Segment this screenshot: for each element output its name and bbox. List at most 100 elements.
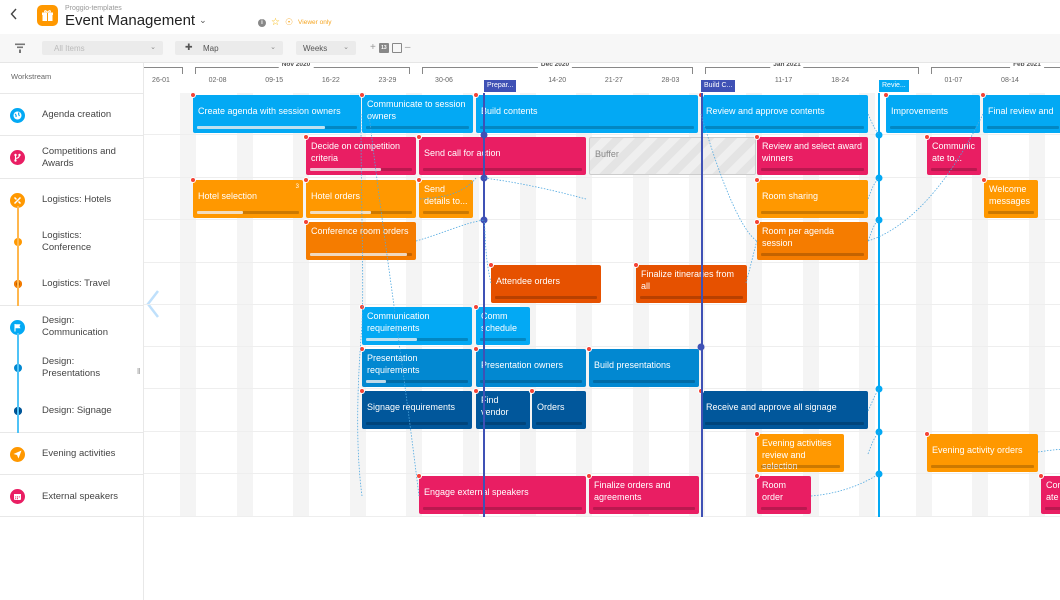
task-start-marker [190,177,196,183]
task-label: Conference room orders [311,226,409,236]
items-filter-value: All Items [54,43,85,53]
task-bar[interactable]: Build contents [476,95,698,133]
task-bar[interactable]: Build presentations [589,349,699,387]
task-start-marker [359,346,365,352]
star-icon[interactable]: ☆ [271,17,280,27]
task-start-marker [586,473,592,479]
zoom-out-button[interactable]: – [405,42,411,53]
project-title-dropdown[interactable]: Event Management ⌄ [65,12,207,29]
calendar-fit-icon[interactable] [391,42,402,53]
task-bar[interactable]: Review and approve contents [701,95,868,133]
task-bar[interactable]: Comm ate [1041,476,1060,514]
workstream-row[interactable]: Design: Communication [0,305,144,347]
filter-icon[interactable] [15,43,25,53]
workstream-row[interactable]: Logistics: Conference [0,220,144,263]
milestone-line [878,93,880,517]
task-bar[interactable]: Engage external speakers [419,476,586,514]
task-baseline [987,126,1059,129]
workstream-label: Logistics: Hotels [42,194,112,205]
task-bar[interactable]: Signage requirements [362,391,472,429]
task-label: Build contents [481,106,538,116]
view-mode-select[interactable]: ✚ Map ⌄ [175,41,283,55]
month-label: Feb 2021 [1010,63,1044,68]
workstream-row[interactable]: Design: Signage [0,389,144,432]
branch-icon [10,150,25,165]
workstream-row[interactable]: Competitions and Awards [0,135,144,178]
row-divider [144,134,1060,135]
task-bar[interactable]: Orders [532,391,586,429]
task-progress [197,126,325,129]
workstream-row[interactable]: Logistics: Travel [0,263,144,305]
month-label: Dec 2020 [537,63,573,68]
chevron-left-icon [10,8,17,20]
week-label: 18-24 [831,77,850,84]
task-bar[interactable]: Hotel orders [306,180,416,218]
calendar-today-icon[interactable]: 13 [378,42,389,53]
header: Proggio-templates Event Management ⌄ i ☆… [0,0,1060,34]
back-button[interactable] [10,8,24,24]
divider [0,516,144,517]
task-bar[interactable]: Send call for action [419,137,586,175]
task-bar[interactable]: Review and select award winners [757,137,868,175]
workstream-row[interactable]: Evening activities [0,432,144,474]
workstream-row[interactable]: External speakers [0,474,144,517]
task-bar[interactable]: Room order [757,476,811,514]
task-label: Communic ate to... [932,141,976,163]
task-baseline [480,380,582,383]
task-bar[interactable]: Receive and approve all signage [701,391,868,429]
task-label: Comm schedule [481,311,518,333]
task-baseline [593,380,695,383]
task-bar[interactable]: Final review and [983,95,1060,133]
task-start-marker [586,346,592,352]
task-bar[interactable]: Create agenda with session owners [193,95,361,133]
task-bar[interactable]: Communication requirements [362,307,472,345]
week-label: 30-06 [435,77,453,84]
task-bar[interactable]: Attendee orders [491,265,601,303]
month-label: Jan 2021 [770,63,804,68]
task-bar[interactable]: Buffer [589,137,756,175]
app: Proggio-templates Event Management ⌄ i ☆… [0,0,1060,600]
task-label: Create agenda with session owners [198,106,341,116]
org-name: Proggio-templates [65,5,122,12]
zoom-in-button[interactable]: + [370,42,376,53]
task-label: Find vendor [481,395,509,417]
milestone-flag[interactable]: Build C... [701,80,736,92]
workstream-row[interactable]: Design: Presentations [0,347,144,389]
task-bar[interactable]: Send details to... [419,180,473,218]
workstream-row[interactable]: Agenda creation [0,93,144,135]
bracket-edge [421,68,423,74]
task-baseline [480,422,526,425]
task-bar[interactable]: Decide on competition criteria [306,137,416,175]
task-bar[interactable]: Communic ate to... [927,137,981,175]
task-bar[interactable]: Welcome messages [984,180,1038,218]
task-label: Finalize orders and agreements [594,480,671,502]
scale-select[interactable]: Weeks ⌄ [296,41,356,55]
task-bar[interactable]: Finalize itineraries from all [636,265,747,303]
week-label: 01-07 [944,77,963,84]
task-bar[interactable]: Hotel selection 3 [193,180,303,218]
items-filter-select[interactable]: All Items ⌄ [42,41,163,55]
milestone-flag[interactable]: Prepar... [484,80,517,92]
workstream-row[interactable]: Logistics: Hotels [0,178,144,220]
task-baseline [536,422,582,425]
task-bar[interactable]: Finalize orders and agreements [589,476,699,514]
task-bar[interactable]: Improvements [886,95,980,133]
resize-handle[interactable]: ‖ [137,367,143,377]
task-bar[interactable]: Room sharing [757,180,868,218]
task-start-marker [303,134,309,140]
workstream-label: Design: Communication [42,315,108,338]
milestone-flag[interactable]: Revie... [879,80,909,92]
task-bar[interactable]: Conference room orders [306,222,416,260]
weekend-column [180,93,196,517]
task-bar[interactable]: Communicate to session owners [362,95,473,133]
task-bar[interactable]: Room per agenda session [757,222,868,260]
task-label: Comm ate [1046,480,1060,502]
task-label: Communicate to session owners [367,99,466,121]
info-icon[interactable]: i [258,18,266,27]
task-bar[interactable]: Presentation owners [476,349,586,387]
milestone-dependency-dot [875,470,883,478]
task-bar[interactable]: Evening activities review and selection [757,434,844,472]
task-bar[interactable]: Presentation requirements [362,349,472,387]
task-bar[interactable]: Evening activity orders [927,434,1038,472]
eye-icon: ☉ [284,17,294,27]
